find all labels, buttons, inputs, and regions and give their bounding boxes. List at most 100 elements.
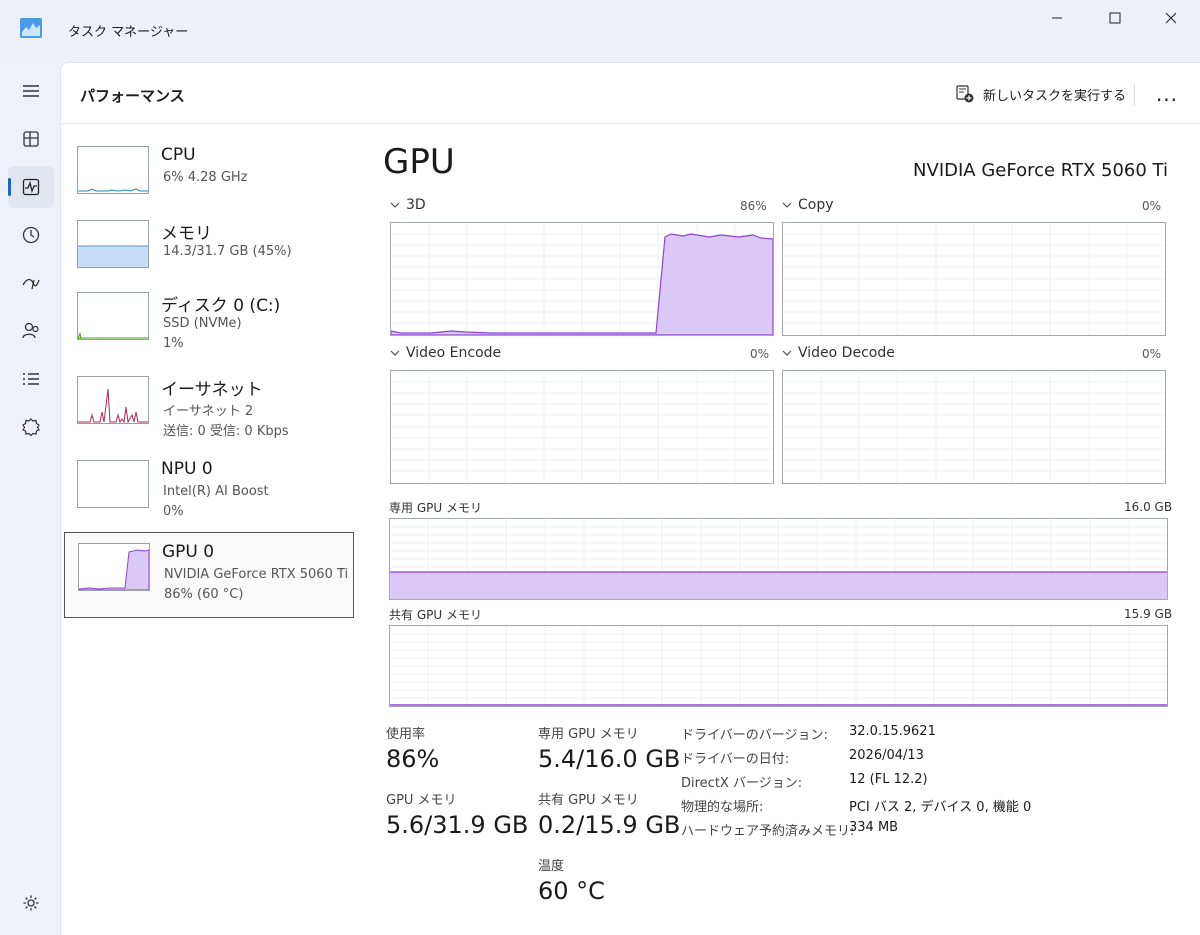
resource-detail: 86% (60 °C) (164, 587, 244, 602)
nav-users[interactable] (8, 310, 54, 352)
gpu-memory-value: 5.6/31.9 GB (386, 811, 529, 839)
graph-label: 3D (406, 197, 426, 213)
info-key: ハードウェア予約済みメモリ: (681, 824, 855, 839)
dedicated-memory-fill (390, 572, 1167, 599)
info-value: 12 (FL 12.2) (849, 772, 928, 787)
graph-value: 0% (1142, 347, 1162, 361)
startup-apps-icon (22, 278, 40, 290)
close-button[interactable] (1142, 0, 1200, 36)
resource-ethernet[interactable]: イーサネット イーサネット 2 送信: 0 受信: 0 Kbps (64, 366, 352, 450)
nav-details[interactable] (8, 358, 54, 400)
nav-active-indicator (8, 178, 11, 196)
nav-performance[interactable] (8, 166, 54, 208)
resource-disk[interactable]: ディスク 0 (C:) SSD (NVMe) 1% (64, 282, 352, 366)
resource-title: イーサネット (161, 380, 263, 400)
graph-video-encode (390, 370, 774, 484)
gpu-thumbnail (78, 543, 150, 591)
chevron-down-icon (782, 350, 792, 356)
resource-subtitle: SSD (NVMe) (163, 316, 242, 331)
dedicated-gpu-memory-value: 5.4/16.0 GB (538, 745, 681, 773)
disk-thumbnail (77, 292, 149, 340)
menu-icon (23, 85, 39, 97)
processes-icon (23, 131, 39, 147)
resource-subtitle: 14.3/31.7 GB (45%) (163, 244, 292, 259)
graph-value: 0% (750, 347, 770, 361)
details-icon (23, 373, 39, 385)
graph-copy-selector[interactable]: Copy (782, 197, 834, 213)
nav-processes[interactable] (8, 118, 54, 160)
info-key: 物理的な場所: (681, 800, 764, 815)
resource-cpu[interactable]: CPU 6% 4.28 GHz (64, 136, 352, 220)
shared-memory-max: 15.9 GB (1124, 607, 1173, 621)
more-icon: ... (1155, 82, 1179, 106)
header-separator (61, 123, 1200, 124)
cpu-thumbnail (77, 146, 149, 194)
chevron-down-icon (390, 202, 400, 208)
resource-title: ディスク 0 (C:) (161, 296, 281, 316)
task-manager-logo-icon (20, 18, 42, 38)
resource-title: GPU 0 (162, 542, 215, 562)
graph-value: 86% (740, 199, 767, 213)
shared-gpu-memory-value: 0.2/15.9 GB (538, 811, 681, 839)
resource-title: CPU (161, 145, 196, 165)
window-title: タスク マネージャー (68, 25, 189, 40)
settings-icon (23, 895, 39, 911)
maximize-button[interactable] (1086, 0, 1144, 36)
temperature-value: 60 °C (538, 877, 605, 905)
run-new-task-button[interactable]: 新しいタスクを実行する (955, 80, 1126, 108)
info-key: DirectX バージョン: (681, 776, 803, 791)
graph-label: Copy (798, 197, 834, 213)
close-icon (1165, 12, 1177, 24)
minimize-button[interactable] (1028, 0, 1086, 36)
dedicated-memory-label: 専用 GPU メモリ (389, 501, 482, 515)
chevron-down-icon (390, 350, 400, 356)
header-divider (1134, 84, 1135, 106)
nav-services[interactable] (8, 406, 54, 448)
nav-app-history[interactable] (8, 214, 54, 256)
graph-video-encode-selector[interactable]: Video Encode (390, 345, 501, 361)
resource-detail: 0% (163, 504, 184, 519)
graph-value: 0% (1142, 199, 1162, 213)
shared-memory-graph (389, 625, 1168, 707)
page-title: パフォーマンス (80, 87, 185, 105)
run-new-task-label: 新しいタスクを実行する (983, 88, 1127, 104)
info-value: 2026/04/13 (849, 748, 924, 763)
graph-copy (782, 222, 1166, 336)
detail-title: GPU (383, 142, 455, 182)
performance-icon (22, 178, 40, 196)
resource-subtitle: イーサネット 2 (163, 404, 254, 419)
nav-startup-apps[interactable] (8, 262, 54, 304)
more-options-button[interactable]: ... (1150, 82, 1184, 106)
services-icon (22, 418, 40, 437)
dedicated-memory-graph (389, 518, 1168, 600)
resource-detail: 1% (163, 336, 184, 351)
chevron-down-icon (782, 202, 792, 208)
resource-subtitle: Intel(R) AI Boost (163, 484, 269, 499)
resource-npu[interactable]: NPU 0 Intel(R) AI Boost 0% (64, 450, 352, 534)
info-key: ドライバーの日付: (681, 752, 790, 767)
menu-button[interactable] (8, 70, 54, 112)
nav-settings[interactable] (8, 882, 54, 924)
resource-gpu[interactable]: GPU 0 NVIDIA GeForce RTX 5060 Ti 86% (60… (64, 532, 354, 618)
gpu-model-name: NVIDIA GeForce RTX 5060 Ti (913, 160, 1168, 181)
graph-video-decode (782, 370, 1166, 484)
graph-3d-selector[interactable]: 3D (390, 197, 426, 213)
usage-label: 使用率 (386, 727, 426, 742)
info-value: 32.0.15.9621 (849, 724, 936, 739)
graph-label: Video Decode (798, 345, 895, 361)
resource-subtitle: 6% 4.28 GHz (163, 170, 248, 185)
resource-title: NPU 0 (161, 459, 213, 479)
resource-title: メモリ (161, 224, 212, 244)
temperature-label: 温度 (538, 859, 565, 874)
resource-detail: 送信: 0 受信: 0 Kbps (163, 424, 289, 439)
graph-video-decode-selector[interactable]: Video Decode (782, 345, 895, 361)
shared-gpu-memory-label: 共有 GPU メモリ (538, 793, 639, 808)
memory-thumbnail (77, 220, 149, 268)
ethernet-thumbnail (77, 376, 149, 424)
new-task-icon (956, 85, 974, 103)
maximize-icon (1109, 12, 1121, 24)
shared-memory-label: 共有 GPU メモリ (389, 608, 482, 622)
graph-3d (390, 222, 774, 336)
info-value: PCI バス 2, デバイス 0, 機能 0 (849, 800, 1032, 815)
resource-subtitle: NVIDIA GeForce RTX 5060 Ti (164, 567, 349, 582)
